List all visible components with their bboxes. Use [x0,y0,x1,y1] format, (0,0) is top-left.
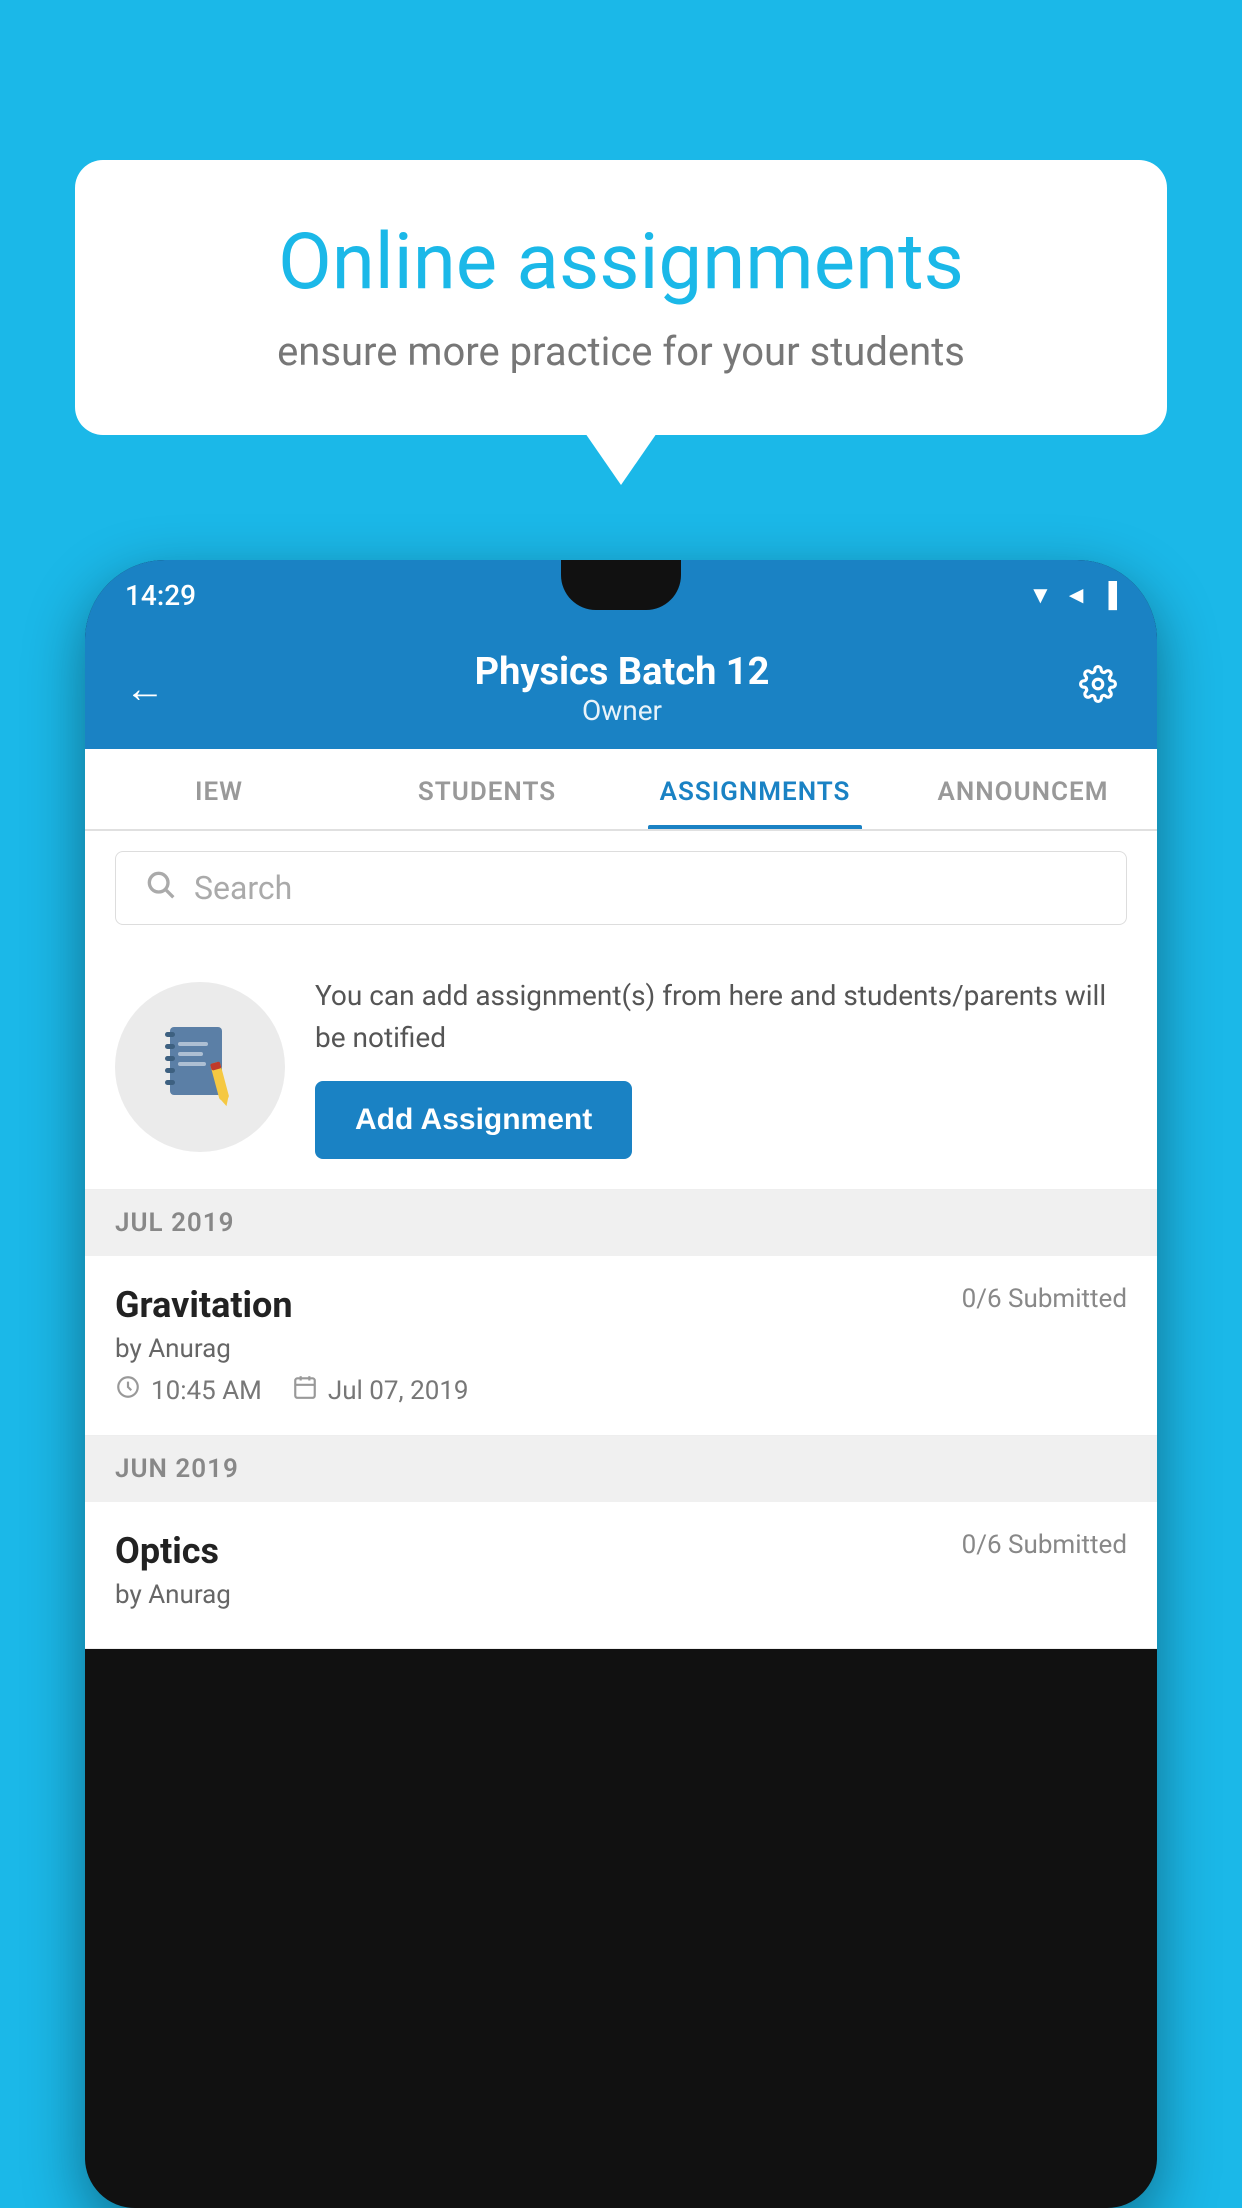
phone-inner: 14:29 ▼ ◄ ▐ ← Physics Batch 12 Owner [85,560,1157,2208]
phone-frame: 14:29 ▼ ◄ ▐ ← Physics Batch 12 Owner [85,560,1157,2208]
assignment-submitted: 0/6 Submitted [962,1284,1127,1314]
speech-bubble: Online assignments ensure more practice … [75,160,1167,435]
signal-icon: ◄ [1064,581,1088,610]
assignment-header-optics: Optics 0/6 Submitted [115,1530,1127,1572]
assignment-meta: 10:45 AM Jul 07, 2019 [115,1374,1127,1407]
assignment-author-optics: by Anurag [115,1580,1127,1610]
tabs-bar: IEW STUDENTS ASSIGNMENTS ANNOUNCEM [85,749,1157,831]
assignment-time-value: 10:45 AM [151,1376,262,1406]
assignment-time: 10:45 AM [115,1374,262,1407]
promo-icon-circle [115,982,285,1152]
content-area: Search [85,831,1157,1649]
wifi-icon: ▼ [1028,581,1052,610]
search-placeholder: Search [194,869,292,907]
status-bar: 14:29 ▼ ◄ ▐ [85,560,1157,630]
settings-button[interactable] [1079,665,1117,713]
notebook-icon [160,1022,240,1112]
tab-announcements[interactable]: ANNOUNCEM [889,749,1157,829]
assignment-header: Gravitation 0/6 Submitted [115,1284,1127,1326]
promo-section: You can add assignment(s) from here and … [85,945,1157,1190]
month-separator-jun: JUN 2019 [85,1436,1157,1502]
assignment-title: Gravitation [115,1284,293,1326]
month-separator-jul: JUL 2019 [85,1190,1157,1256]
assignment-date-value: Jul 07, 2019 [328,1376,469,1406]
add-assignment-button[interactable]: Add Assignment [315,1081,632,1159]
assignment-author: by Anurag [115,1334,1127,1364]
assignment-submitted-optics: 0/6 Submitted [962,1530,1127,1560]
speech-bubble-title: Online assignments [145,220,1097,306]
assignment-item-optics[interactable]: Optics 0/6 Submitted by Anurag [85,1502,1157,1649]
search-bar: Search [85,831,1157,945]
clock-icon [115,1374,141,1407]
header-subtitle: Owner [475,694,770,727]
assignment-date: Jul 07, 2019 [292,1374,469,1407]
tab-assignments[interactable]: ASSIGNMENTS [621,749,889,829]
promo-content: You can add assignment(s) from here and … [315,975,1127,1159]
assignment-title-optics: Optics [115,1530,219,1572]
search-input-wrap[interactable]: Search [115,851,1127,925]
status-icons: ▼ ◄ ▐ [1028,581,1117,610]
app-header: ← Physics Batch 12 Owner [85,630,1157,749]
assignment-item-gravitation[interactable]: Gravitation 0/6 Submitted by Anurag 10:4… [85,1256,1157,1436]
tab-iew[interactable]: IEW [85,749,353,829]
header-title-wrap: Physics Batch 12 Owner [475,650,770,727]
search-icon [144,868,176,908]
promo-text: You can add assignment(s) from here and … [315,975,1127,1059]
tab-students[interactable]: STUDENTS [353,749,621,829]
status-time: 14:29 [125,579,196,612]
battery-icon: ▐ [1100,581,1117,610]
back-button[interactable]: ← [125,665,165,712]
header-title: Physics Batch 12 [475,650,770,694]
speech-bubble-subtitle: ensure more practice for your students [145,328,1097,375]
calendar-icon [292,1374,318,1407]
